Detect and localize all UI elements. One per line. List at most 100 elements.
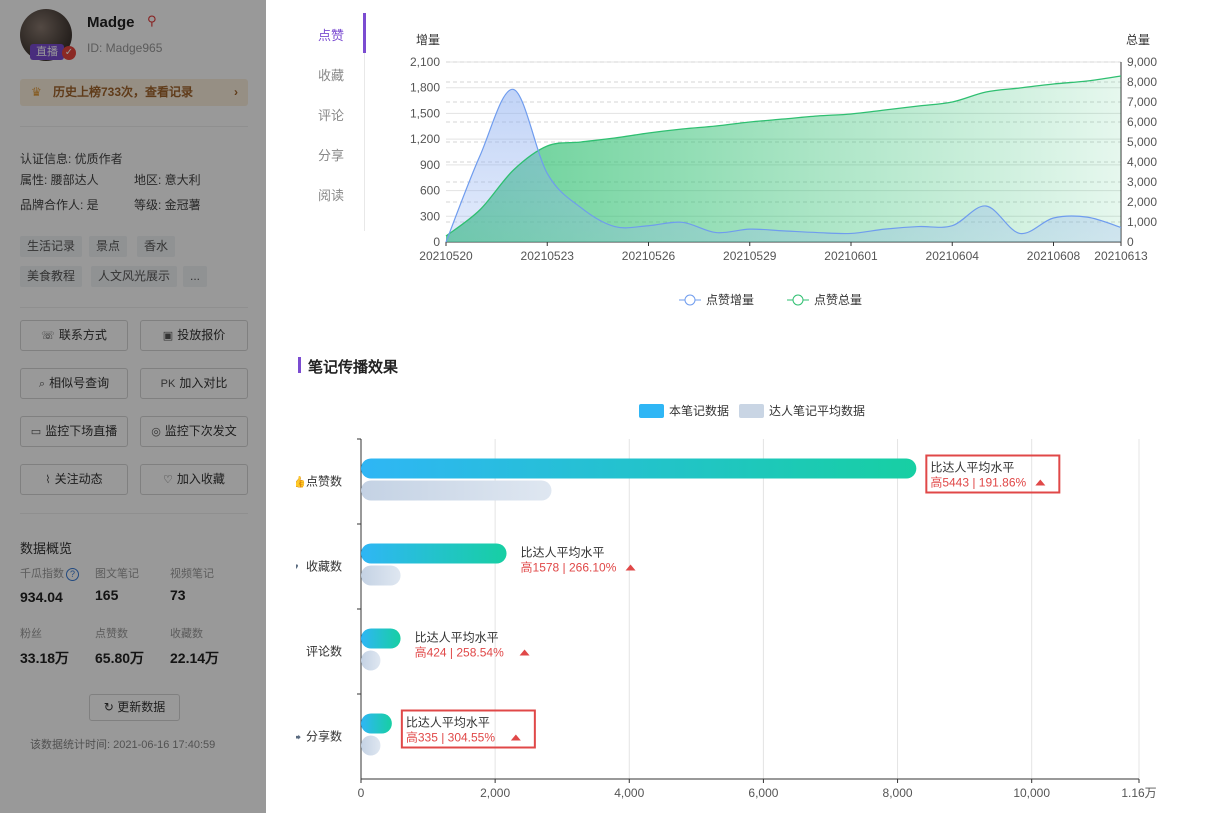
legend-marker-likes-increment [684,294,696,306]
x-tick-label: 1.16万 [1121,786,1156,800]
update-time: 该数据统计时间: 2021-06-16 17:40:59 [30,739,216,751]
tag-more[interactable]: ... [183,266,208,287]
tab-shares[interactable]: 分享 [318,145,344,164]
annotation-title: 比达人平均水平 [406,716,490,730]
category-label: 点赞数 [306,474,342,489]
x-tick-label: 20210523 [521,249,575,263]
divider [20,513,248,514]
y-right-tick-label: 9,000 [1127,55,1157,69]
stat-label: 图文笔记 [95,568,139,580]
rank-history-link[interactable]: ♛ 历史上榜733次，查看记录 › [20,79,248,106]
up-arrow-icon [510,734,521,741]
bar-this-note [361,458,917,479]
refresh-data-button[interactable]: ↻ 更新数据 [89,694,180,721]
add-compare-button[interactable]: PK 加入对比 [140,368,248,399]
category-label: 收藏数 [306,559,342,574]
up-arrow-icon [1035,479,1046,486]
monitor-live-button[interactable]: ▭ 监控下场直播 [20,416,128,447]
legend-label: 本笔记数据 [669,403,729,418]
x-tick-label: 20210526 [622,249,676,263]
tab-reads[interactable]: 阅读 [318,185,344,204]
x-tick-label: 10,000 [1013,786,1050,800]
bar-average [361,480,552,501]
crown-icon: ♛ [31,85,42,99]
category-icon: 👍 [296,476,306,489]
y-left-tick-label: 900 [420,158,440,172]
stat-value: 73 [170,587,186,603]
x-tick-label: 20210608 [1027,249,1081,263]
divider [20,126,248,127]
profile-id: ID: Madge965 [87,41,163,55]
legend-label: 达人笔记平均数据 [769,403,865,418]
active-tab-indicator [363,13,366,53]
y-right-tick-label: 7,000 [1127,95,1157,109]
stat-value: 934.04 [20,589,63,605]
annotation-title: 比达人平均水平 [415,631,499,645]
tab-comments[interactable]: 评论 [318,105,344,124]
y-left-tick-label: 1,800 [410,81,440,95]
bar-this-note [361,543,507,564]
similar-search-button[interactable]: ⌕ 相似号查询 [20,368,128,399]
cert-info: 认证信息: 优质作者 [20,152,123,166]
trend-icon: ⌇ [45,474,51,486]
quote-button[interactable]: ▣ 投放报价 [140,320,248,351]
up-arrow-icon [625,564,636,571]
live-badge: 直播 [30,44,64,60]
main-panel: 点赞 收藏 评论 分享 阅读 0 300 600 900 1,200 1,500 1,800… [266,0,1216,813]
stat-label: 视频笔记 [170,568,214,580]
tag-item[interactable]: 美食教程 [20,266,83,287]
y-right-tick-label: 2,000 [1127,195,1157,209]
y-right-tick-label: 3,000 [1127,175,1157,189]
tag-item[interactable]: 香水 [137,236,176,257]
stat-label: 点赞数 [95,628,128,640]
annotation-detail: 高424 | 258.54% [415,645,505,660]
brand-info: 品牌合作人: 是 [20,198,99,212]
heart-icon: ♡ [163,474,173,486]
tag-item[interactable]: 人文风光展示 [91,266,178,287]
stat-label: 收藏数 [170,628,203,640]
x-tick-label: 8,000 [883,786,913,800]
tag-item[interactable]: 景点 [89,236,128,257]
tab-likes[interactable]: 点赞 [318,25,344,44]
legend-swatch-average [739,404,764,418]
region-info: 地区: 意大利 [134,173,201,187]
contact-button[interactable]: ☏ 联系方式 [20,320,128,351]
x-tick-label: 20210601 [824,249,878,263]
category-label: 评论数 [306,644,342,659]
refresh-icon: ↻ [103,700,118,714]
y-left-tick-label: 300 [420,209,440,223]
bar-average [361,735,381,756]
y-right-tick-label: 1,000 [1127,215,1157,229]
favorite-button[interactable]: ♡ 加入收藏 [140,464,248,495]
pin-icon[interactable]: ⚲ [147,13,157,29]
up-arrow-icon [519,649,530,656]
rank-history-text: 历史上榜733次，查看记录 [53,85,194,99]
x-tick-label: 4,000 [614,786,644,800]
bar-this-note [361,713,392,734]
monitor-post-button[interactable]: ◎ 监控下次发文 [140,416,248,447]
bar-this-note [361,628,401,649]
y-left-tick-label: 600 [420,184,440,198]
x-tick-label: 0 [358,786,365,800]
y-right-tick-label: 4,000 [1127,155,1157,169]
video-icon: ▭ [30,426,42,438]
annotation-detail: 高1578 | 266.10% [521,560,617,575]
annotation-detail: 高335 | 304.55% [406,730,496,745]
tab-collects[interactable]: 收藏 [318,65,344,84]
bar-average [361,650,381,671]
legend-label: 点赞增量 [706,293,754,307]
y-left-axis-label: 增量 [416,33,440,47]
legend-label: 点赞总量 [814,293,862,307]
help-icon[interactable]: ? [66,568,79,581]
follow-button[interactable]: ⌇ 关注动态 [20,464,128,495]
y-right-tick-label: 8,000 [1127,75,1157,89]
y-left-tick-label: 1,500 [410,106,440,120]
y-right-tick-label: 5,000 [1127,135,1157,149]
stat-label: 千瓜指数? [20,565,79,581]
verified-icon: ✓ [62,46,76,60]
divider [20,307,248,308]
stat-value: 22.14万 [170,650,220,666]
section-title: 笔记传播效果 [298,356,398,377]
y-right-tick-label: 0 [1127,235,1134,249]
tag-item[interactable]: 生活记录 [20,236,83,257]
